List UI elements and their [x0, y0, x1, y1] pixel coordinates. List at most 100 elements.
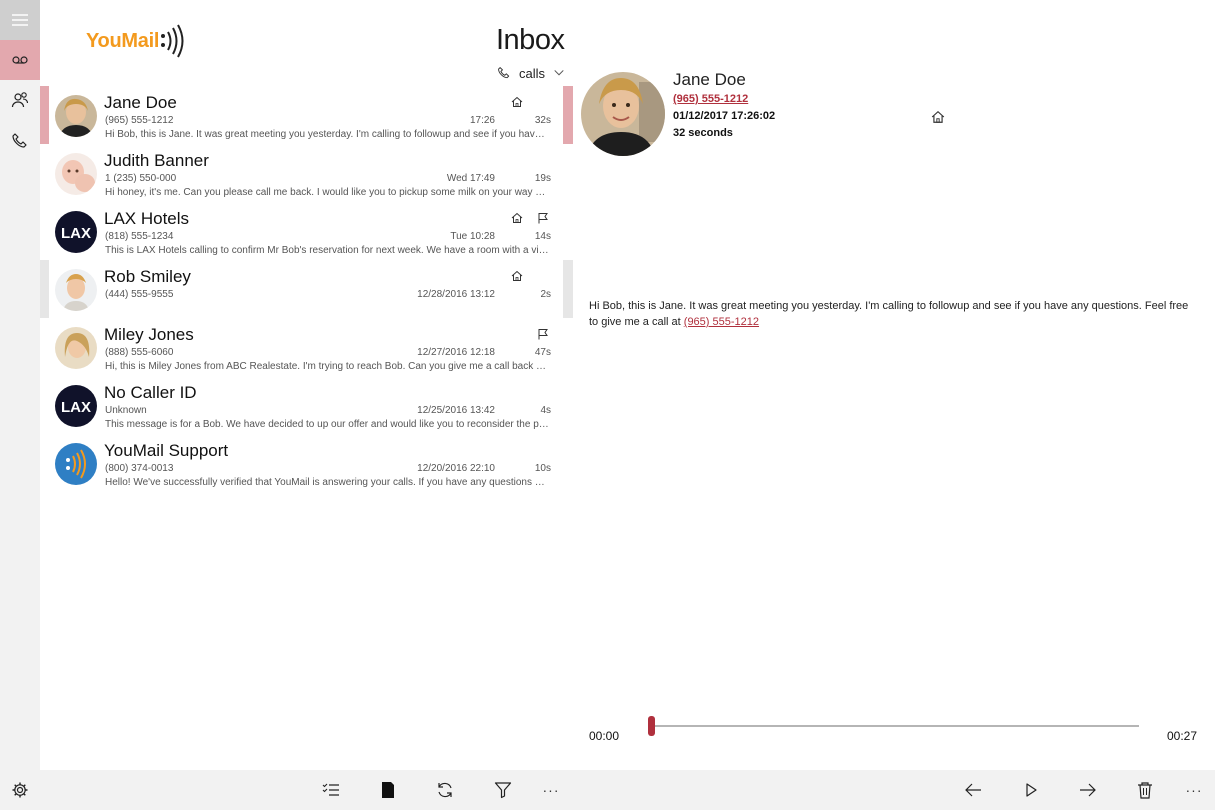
message-preview: Hi Bob, this is Jane. It was great meeti…: [105, 129, 550, 140]
message-duration: 19s: [534, 173, 551, 184]
gear-icon: [12, 782, 28, 798]
avatar: [55, 443, 97, 485]
current-time: 00:00: [589, 729, 620, 743]
logo-waves-icon: [161, 24, 184, 58]
more-button-left[interactable]: ···: [541, 780, 561, 800]
svg-text:LAX: LAX: [61, 399, 91, 416]
message-duration: 32s: [534, 115, 551, 126]
transcript: Hi Bob, this is Jane. It was great meeti…: [589, 298, 1189, 330]
caller-phone: Unknown: [105, 405, 147, 416]
caller-name: No Caller ID: [104, 383, 197, 402]
detail-datetime: 01/12/2017 17:26:02: [673, 110, 776, 122]
message-preview: Hello! We've successfully verified that …: [105, 477, 550, 488]
home-icon: [931, 110, 945, 123]
transcript-text: Hi Bob, this is Jane. It was great meeti…: [589, 300, 1189, 328]
nav-rail: [0, 0, 40, 810]
flag-icon: [538, 213, 548, 224]
caller-name: YouMail Support: [104, 441, 229, 460]
list-item[interactable]: Jane Doe (965) 555-1212 17:26 32s Hi Bob…: [40, 86, 573, 144]
caller-phone: (444) 555-9555: [105, 289, 174, 300]
command-bar: ··· ···: [40, 770, 1215, 810]
playback-track[interactable]: [652, 725, 1139, 727]
play-button[interactable]: [1021, 780, 1041, 800]
next-button[interactable]: [1078, 780, 1098, 800]
detail-phone-link[interactable]: (965) 555-1212: [673, 93, 748, 105]
settings-button[interactable]: [0, 770, 40, 810]
filter-label: calls: [519, 65, 546, 81]
message-preview: Hi honey, it's me. Can you please call m…: [105, 187, 550, 198]
playback-slider-thumb[interactable]: [648, 716, 655, 736]
calls-filter-dropdown[interactable]: calls: [497, 63, 565, 83]
hamburger-menu-button[interactable]: [0, 0, 40, 40]
play-icon: [1026, 783, 1037, 797]
caller-phone: 1 (235) 550-000: [105, 173, 177, 184]
list-item[interactable]: Rob Smiley (444) 555-9555 12/28/2016 13:…: [40, 260, 573, 318]
message-duration: 10s: [534, 463, 551, 474]
message-time: 12/28/2016 13:12: [417, 289, 495, 300]
transcript-phone-link[interactable]: (965) 555-1212: [684, 316, 759, 328]
message-list: Jane Doe (965) 555-1212 17:26 32s Hi Bob…: [40, 86, 573, 492]
more-button-right[interactable]: ···: [1184, 780, 1204, 800]
message-time: Wed 17:49: [446, 173, 495, 184]
filter-button[interactable]: [493, 780, 513, 800]
nav-contacts-button[interactable]: [0, 80, 40, 120]
svg-text:LAX: LAX: [61, 225, 91, 242]
avatar: [55, 269, 97, 311]
avatar: [55, 327, 97, 369]
caller-name: Judith Banner: [104, 151, 209, 170]
nav-voicemail-button[interactable]: [0, 40, 40, 80]
avatar: LAX: [55, 385, 97, 427]
home-icon: [511, 212, 523, 223]
previous-button[interactable]: [963, 780, 983, 800]
caller-name: Rob Smiley: [104, 267, 191, 286]
caller-phone: (818) 555-1234: [105, 231, 174, 242]
message-duration: 4s: [540, 405, 551, 416]
detail-caller-name: Jane Doe: [673, 70, 746, 89]
delete-button[interactable]: [1135, 780, 1155, 800]
message-duration: 14s: [534, 231, 551, 242]
message-time: 12/27/2016 12:18: [417, 347, 495, 358]
logo-text: YouMail: [86, 29, 160, 52]
message-time: Tue 10:28: [450, 231, 495, 242]
funnel-icon: [494, 782, 512, 799]
select-button[interactable]: [321, 780, 341, 800]
caller-name: Jane Doe: [104, 93, 177, 112]
list-item[interactable]: LAX LAX Hotels (818) 555-1234 Tue 10:28 …: [40, 202, 573, 260]
refresh-icon: [438, 782, 452, 798]
avatar: [55, 153, 97, 195]
message-duration: 47s: [534, 347, 551, 358]
page-title: Inbox: [496, 24, 565, 56]
message-time: 12/25/2016 13:42: [417, 405, 495, 416]
list-item[interactable]: Miley Jones (888) 555-6060 12/27/2016 12…: [40, 318, 573, 376]
home-icon: [511, 96, 523, 107]
message-duration: 2s: [540, 289, 551, 300]
caller-name: Miley Jones: [104, 325, 194, 344]
archive-button[interactable]: [378, 780, 398, 800]
refresh-button[interactable]: [435, 780, 455, 800]
youmail-logo: YouMail: [86, 24, 186, 58]
message-preview: This is LAX Hotels calling to confirm Mr…: [105, 245, 550, 256]
list-item[interactable]: YouMail Support (800) 374-0013 12/20/201…: [40, 434, 573, 492]
caller-name: LAX Hotels: [104, 209, 190, 228]
phone-icon: [12, 133, 27, 148]
avatar: [55, 95, 97, 137]
avatar: LAX: [55, 211, 97, 253]
message-time: 12/20/2016 22:10: [417, 463, 495, 474]
total-time: 00:27: [1167, 729, 1198, 743]
hamburger-icon: [12, 14, 28, 26]
chevron-down-icon: [554, 70, 564, 76]
detail-avatar: [581, 72, 665, 156]
home-icon: [511, 270, 523, 281]
caller-phone: (888) 555-6060: [105, 347, 174, 358]
detail-duration: 32 seconds: [673, 127, 733, 139]
arrow-right-icon: [1080, 783, 1096, 797]
message-preview: This message is for a Bob. We have decid…: [105, 419, 550, 430]
folder-icon: [382, 782, 394, 798]
voicemail-icon: [12, 56, 28, 64]
list-item[interactable]: LAX No Caller ID Unknown 12/25/2016 13:4…: [40, 376, 573, 434]
arrow-left-icon: [965, 783, 981, 797]
nav-calls-button[interactable]: [0, 121, 40, 161]
list-item[interactable]: Judith Banner 1 (235) 550-000 Wed 17:49 …: [40, 144, 573, 202]
flag-icon: [538, 329, 548, 340]
phone-icon: [498, 67, 510, 79]
